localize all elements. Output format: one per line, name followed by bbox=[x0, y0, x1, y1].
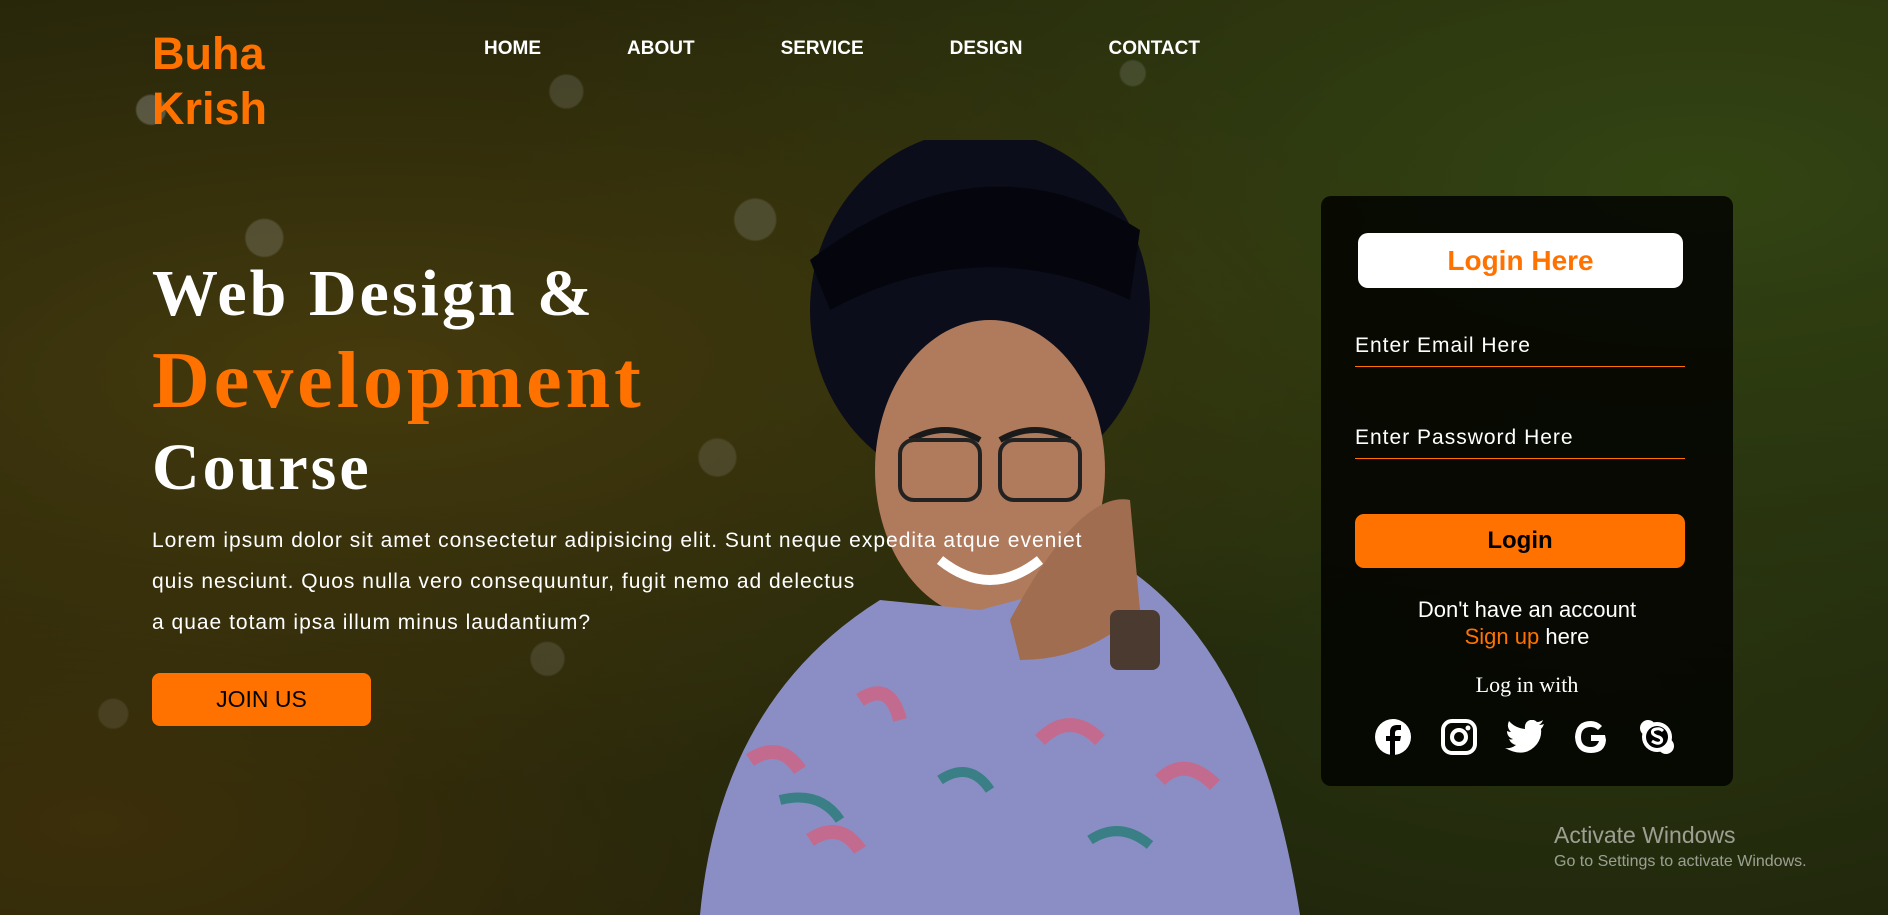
join-us-button[interactable]: JOIN US bbox=[152, 673, 371, 726]
password-field[interactable] bbox=[1355, 418, 1685, 459]
google-icon[interactable] bbox=[1571, 717, 1611, 757]
hero-title-line3: Course bbox=[152, 431, 372, 504]
hero-paragraph-line: a quae totam ipsa illum minus laudantium… bbox=[152, 611, 592, 634]
login-button[interactable]: Login bbox=[1355, 514, 1685, 568]
nav-item-service[interactable]: SERVICE bbox=[781, 38, 864, 60]
skype-icon[interactable] bbox=[1637, 717, 1677, 757]
signup-suffix: here bbox=[1539, 624, 1590, 649]
nav-item-contact[interactable]: CONTACT bbox=[1109, 38, 1200, 60]
watermark-title: Activate Windows bbox=[1554, 822, 1736, 848]
watermark-subtitle: Go to Settings to activate Windows. bbox=[1554, 853, 1807, 870]
brand-logo[interactable]: Buha Krish bbox=[152, 26, 267, 136]
social-login-icons bbox=[1373, 717, 1703, 757]
brand-logo-line1: Buha bbox=[152, 28, 265, 79]
nav-item-about[interactable]: ABOUT bbox=[627, 38, 695, 60]
hero-paragraph: Lorem ipsum dolor sit amet consectetur a… bbox=[152, 520, 1212, 643]
hero-paragraph-line: quis nesciunt. Quos nulla vero consequun… bbox=[152, 570, 856, 593]
instagram-icon[interactable] bbox=[1439, 717, 1479, 757]
main-nav: HOME ABOUT SERVICE DESIGN CONTACT bbox=[484, 38, 1286, 60]
hero-paragraph-line: Lorem ipsum dolor sit amet consectetur a… bbox=[152, 529, 1083, 552]
hero-title: Web Design & Development Course bbox=[152, 254, 645, 508]
login-form: Login Here Login Don't have an account S… bbox=[1321, 196, 1733, 786]
login-with-label: Log in with bbox=[1475, 672, 1579, 697]
facebook-icon[interactable] bbox=[1373, 717, 1413, 757]
nav-item-design[interactable]: DESIGN bbox=[950, 38, 1023, 60]
signup-prompt: Don't have an account Sign up here bbox=[1321, 596, 1733, 650]
email-field[interactable] bbox=[1355, 326, 1685, 367]
windows-activation-watermark: Activate Windows Go to Settings to activ… bbox=[1554, 820, 1807, 874]
twitter-icon[interactable] bbox=[1505, 717, 1545, 757]
no-account-text: Don't have an account bbox=[1417, 597, 1637, 622]
nav-item-home[interactable]: HOME bbox=[484, 38, 541, 60]
brand-logo-line2: Krish bbox=[152, 83, 268, 134]
login-form-title: Login Here bbox=[1358, 233, 1683, 288]
hero-title-line2: Development bbox=[152, 337, 645, 425]
signup-link[interactable]: Sign up bbox=[1465, 624, 1540, 649]
hero-title-line1: Web Design & bbox=[152, 257, 596, 330]
